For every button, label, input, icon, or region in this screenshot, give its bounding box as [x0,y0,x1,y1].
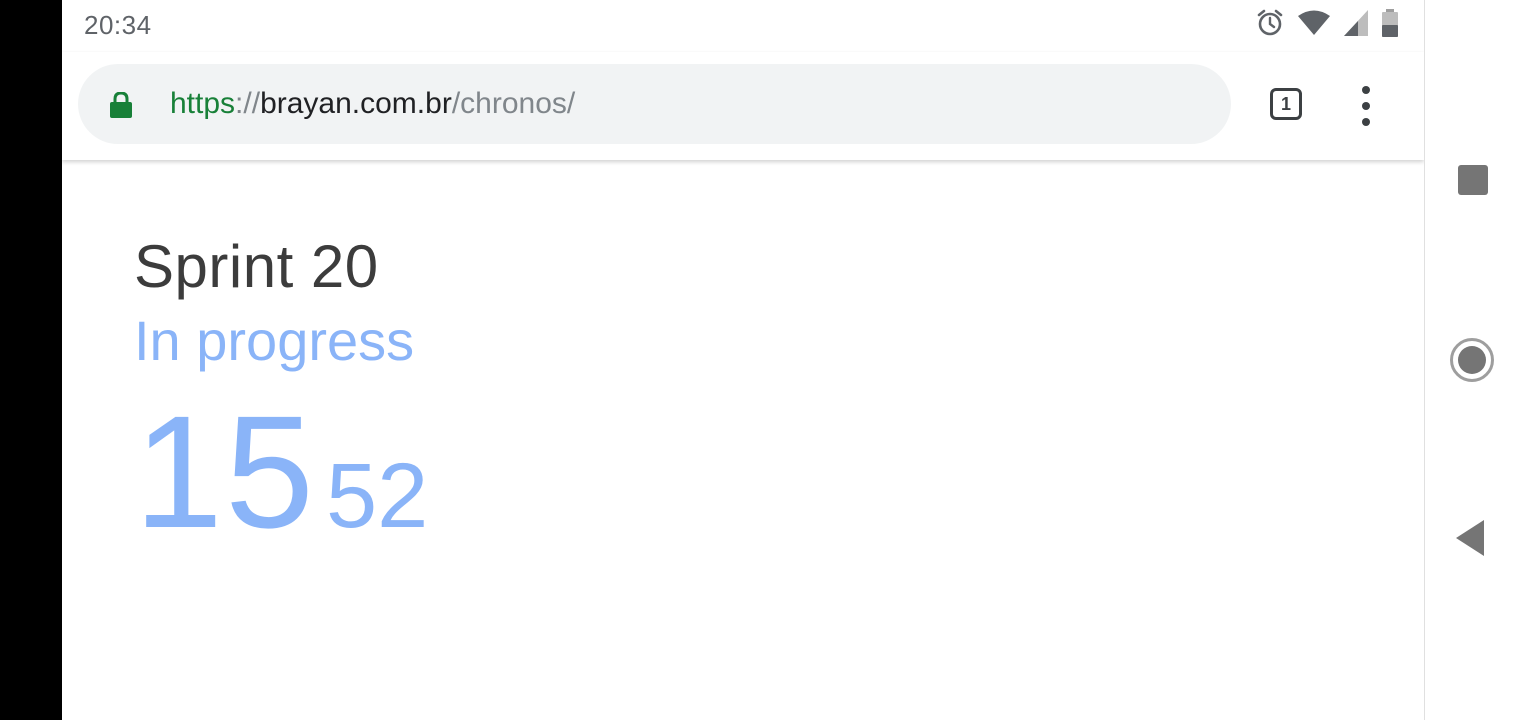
battery-icon [1382,8,1398,42]
url-host: brayan.com.br [260,87,452,120]
sprint-status: In progress [134,309,415,372]
lock-icon[interactable] [110,91,132,123]
timer-minor: 52 [325,445,429,547]
page-title: Sprint 20 [134,233,379,300]
url-scheme: https [170,87,236,120]
url-text[interactable]: https://brayan.com.br/chronos/ [170,86,575,122]
system-nav-bar [1424,0,1520,720]
overflow-menu-icon[interactable] [1352,86,1380,126]
phone-screen: 20:34 https://brayan.com.br/chronos/ 1 S… [62,0,1424,720]
alarm-icon [1256,9,1284,42]
status-time: 20:34 [84,10,152,40]
recents-button[interactable] [1458,165,1488,195]
status-bar: 20:34 [62,0,1424,52]
wifi-icon [1298,10,1330,41]
status-icons [1256,8,1398,42]
address-bar[interactable]: https://brayan.com.br/chronos/ [78,64,1231,144]
timer-major: 15 [134,382,316,561]
back-button[interactable] [1456,520,1484,556]
countdown-timer: 15 52 [134,380,428,564]
tab-count: 1 [1280,93,1291,114]
url-path: /chronos/ [451,87,576,120]
home-dot-icon [1458,346,1486,374]
url-separator: :// [235,87,261,120]
browser-toolbar: https://brayan.com.br/chronos/ 1 [62,52,1424,160]
signal-icon [1344,9,1368,41]
home-button[interactable] [1450,338,1494,382]
tab-switcher-button[interactable]: 1 [1270,88,1302,120]
